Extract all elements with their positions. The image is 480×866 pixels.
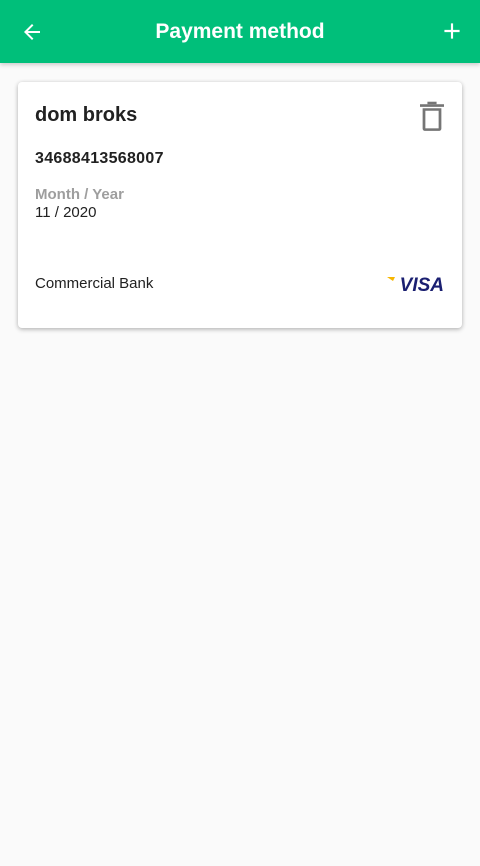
visa-logo: VISA (387, 275, 444, 295)
payment-card[interactable]: dom broks 34688413568007 Month / Year 11… (18, 82, 462, 328)
delete-card-button[interactable] (418, 100, 446, 132)
card-number: 34688413568007 (35, 150, 164, 167)
bank-name: Commercial Bank (35, 275, 154, 292)
expiry-value: 11 / 2020 (35, 204, 97, 221)
back-button[interactable] (12, 12, 52, 52)
trash-icon (420, 101, 444, 131)
page-title: Payment method (155, 19, 325, 43)
expiry-label: Month / Year (35, 186, 124, 203)
card-holder-name: dom broks (35, 104, 138, 126)
app-bar: Payment method (0, 0, 480, 63)
add-payment-button[interactable] (432, 11, 472, 51)
arrow-left-icon (24, 24, 40, 40)
plus-icon (444, 23, 460, 39)
card-brand: VISA (400, 275, 444, 295)
